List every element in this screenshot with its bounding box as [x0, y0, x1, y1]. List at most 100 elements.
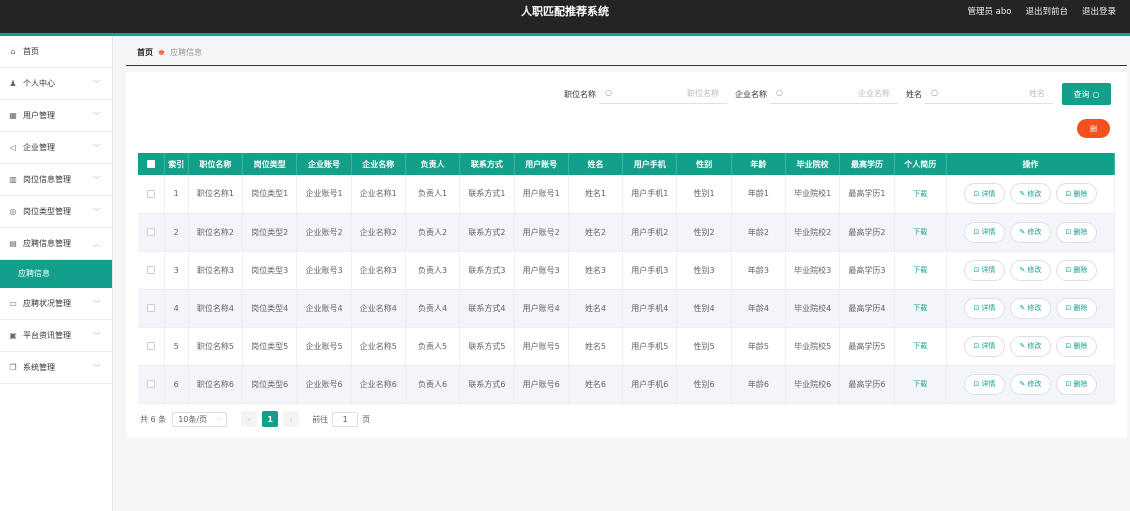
column-header: 用户手机: [622, 153, 678, 175]
delete-button-label: 删除: [1073, 342, 1088, 350]
batch-delete-button[interactable]: 删: [1077, 119, 1110, 138]
logout-link[interactable]: 退出登录: [1082, 0, 1116, 24]
detail-button[interactable]: ⊡ 详情: [963, 221, 1005, 243]
table-cell: 毕业院校5: [785, 327, 841, 366]
table-cell: 最高学历1: [839, 175, 895, 214]
delete-button[interactable]: ⊡ 删除: [1055, 335, 1097, 357]
next-page-button[interactable]: ›: [283, 411, 300, 427]
query-button[interactable]: 查询 ○: [1062, 83, 1111, 105]
edit-button[interactable]: ✎ 修改: [1009, 373, 1051, 395]
sidebar-item[interactable]: ♟ 个人中心 ﹀: [0, 68, 112, 100]
resume-cell: 下载: [894, 327, 947, 366]
send-icon: ◁: [9, 142, 17, 152]
delete-button[interactable]: ⊡ 删除: [1055, 183, 1097, 205]
breadcrumb-home[interactable]: 首页: [137, 47, 153, 58]
delete-button[interactable]: ⊡ 删除: [1055, 221, 1097, 243]
page-number-1[interactable]: 1: [262, 411, 279, 427]
edit-button[interactable]: ✎ 修改: [1009, 183, 1051, 205]
row-checkbox[interactable]: [146, 304, 155, 312]
select-all-checkbox[interactable]: [146, 160, 155, 168]
table-cell: 用户手机4: [622, 289, 678, 328]
detail-icon: ⊡: [973, 189, 980, 198]
resume-download-link[interactable]: 下载: [913, 342, 927, 350]
table-cell: 岗位类型6: [242, 365, 298, 404]
chevron-down-icon: ﹀: [93, 144, 100, 152]
sidebar-item[interactable]: ▤ 应聘信息管理 ︿: [0, 228, 112, 260]
detail-button[interactable]: ⊡ 详情: [963, 335, 1005, 357]
table-row: 6 职位名称6 岗位类型6 企业账号6 企业名称6 负责人6 联系方式6 用户账号6 姓名6 用户…: [138, 365, 1116, 404]
table-row: 1 职位名称1 岗位类型1 企业账号1 企业名称1 负责人1 联系方式1 用户账号1 姓名1 用户…: [138, 175, 1116, 214]
breadcrumb-current: 应聘信息: [170, 48, 203, 57]
row-select-cell: [138, 251, 165, 290]
table-cell: 联系方式4: [459, 289, 515, 328]
page-size-select[interactable]: 10条/页 ⌵: [172, 411, 228, 427]
company-name-input[interactable]: ○ 企业名称: [770, 84, 898, 104]
table-cell: 企业名称4: [351, 289, 406, 328]
resume-download-link[interactable]: 下载: [913, 380, 927, 388]
row-checkbox[interactable]: [146, 380, 155, 388]
row-checkbox[interactable]: [146, 228, 155, 236]
table-cell: 毕业院校4: [785, 289, 841, 328]
pagination: 共 6 条 10条/页 ⌵ ‹ 1 › 前往 1 页: [140, 411, 370, 427]
to-front-link[interactable]: 退出到前台: [1025, 0, 1068, 24]
edit-button[interactable]: ✎ 修改: [1009, 259, 1051, 281]
search-icon: ○: [605, 88, 612, 97]
table-cell: 性别5: [676, 327, 732, 366]
delete-button[interactable]: ⊡ 删除: [1055, 297, 1097, 319]
resume-download-link[interactable]: 下载: [913, 228, 927, 236]
sidebar-item[interactable]: ▥ 岗位信息管理 ﹀: [0, 164, 112, 196]
copy-icon: ❐: [9, 362, 17, 372]
search-label-job: 职位名称: [564, 89, 596, 99]
top-bar: 人职匹配推荐系统 管理员 abo 退出到前台 退出登录: [0, 0, 1130, 33]
table-cell: 职位名称2: [188, 213, 244, 252]
sidebar-item[interactable]: ▭ 应聘状况管理 ﹀: [0, 288, 112, 320]
edit-button[interactable]: ✎ 修改: [1009, 335, 1051, 357]
table-cell: 企业名称3: [351, 251, 406, 290]
delete-button[interactable]: ⊡ 删除: [1055, 373, 1097, 395]
table-cell: 职位名称5: [188, 327, 244, 366]
table-cell: 4: [164, 289, 189, 328]
topbar-accent-line: [0, 33, 1130, 36]
table-cell: 年龄1: [731, 175, 787, 214]
sidebar-item[interactable]: ◎ 岗位类型管理 ﹀: [0, 196, 112, 228]
table-cell: 联系方式2: [459, 213, 515, 252]
row-checkbox[interactable]: [146, 266, 155, 274]
job-name-input[interactable]: ○ 职位名称: [599, 84, 727, 104]
row-select-cell: [138, 213, 165, 252]
detail-button[interactable]: ⊡ 详情: [963, 183, 1005, 205]
table-cell: 联系方式3: [459, 251, 515, 290]
resume-download-link[interactable]: 下载: [913, 190, 927, 198]
table-cell: 用户账号4: [514, 289, 569, 328]
edit-button[interactable]: ✎ 修改: [1009, 297, 1051, 319]
prev-page-button[interactable]: ‹: [241, 411, 258, 427]
table-cell: 年龄6: [731, 365, 787, 404]
sidebar-item[interactable]: ▦ 用户管理 ﹀: [0, 100, 112, 132]
resume-download-link[interactable]: 下载: [913, 266, 927, 274]
row-checkbox[interactable]: [146, 342, 155, 350]
sidebar-item-label: 应聘信息管理: [23, 238, 71, 248]
goto-page-input[interactable]: 1: [332, 411, 359, 427]
detail-button[interactable]: ⊡ 详情: [963, 297, 1005, 319]
monitor-icon: ▭: [9, 298, 17, 308]
table-cell: 性别4: [676, 289, 732, 328]
detail-button[interactable]: ⊡ 详情: [963, 259, 1005, 281]
name-input[interactable]: ○ 姓名: [925, 84, 1053, 104]
edit-button[interactable]: ✎ 修改: [1009, 221, 1051, 243]
table-row: 4 职位名称4 岗位类型4 企业账号4 企业名称4 负责人4 联系方式4 用户账号4 姓名4 用户…: [138, 289, 1116, 328]
sidebar-item[interactable]: ⌂ 首页: [0, 36, 112, 68]
sidebar-item[interactable]: ▣ 平台资讯管理 ﹀: [0, 320, 112, 352]
detail-button[interactable]: ⊡ 详情: [963, 373, 1005, 395]
detail-icon: ⊡: [973, 304, 980, 312]
sidebar-item[interactable]: ◁ 企业管理 ﹀: [0, 132, 112, 164]
table-cell: 姓名5: [568, 327, 624, 366]
sidebar-subitem-active[interactable]: 应聘信息: [0, 260, 112, 288]
table-cell: 最高学历2: [839, 213, 895, 252]
search-icon: ○: [931, 88, 938, 97]
row-checkbox[interactable]: [146, 189, 155, 198]
resume-download-link[interactable]: 下载: [913, 304, 927, 312]
sidebar-item[interactable]: ❐ 系统管理 ﹀: [0, 352, 112, 384]
delete-button[interactable]: ⊡ 删除: [1055, 259, 1097, 281]
table-cell: 用户账号2: [514, 213, 569, 252]
top-right-menu: 管理员 abo 退出到前台 退出登录: [967, 0, 1116, 24]
edit-icon: ✎: [1019, 266, 1026, 274]
